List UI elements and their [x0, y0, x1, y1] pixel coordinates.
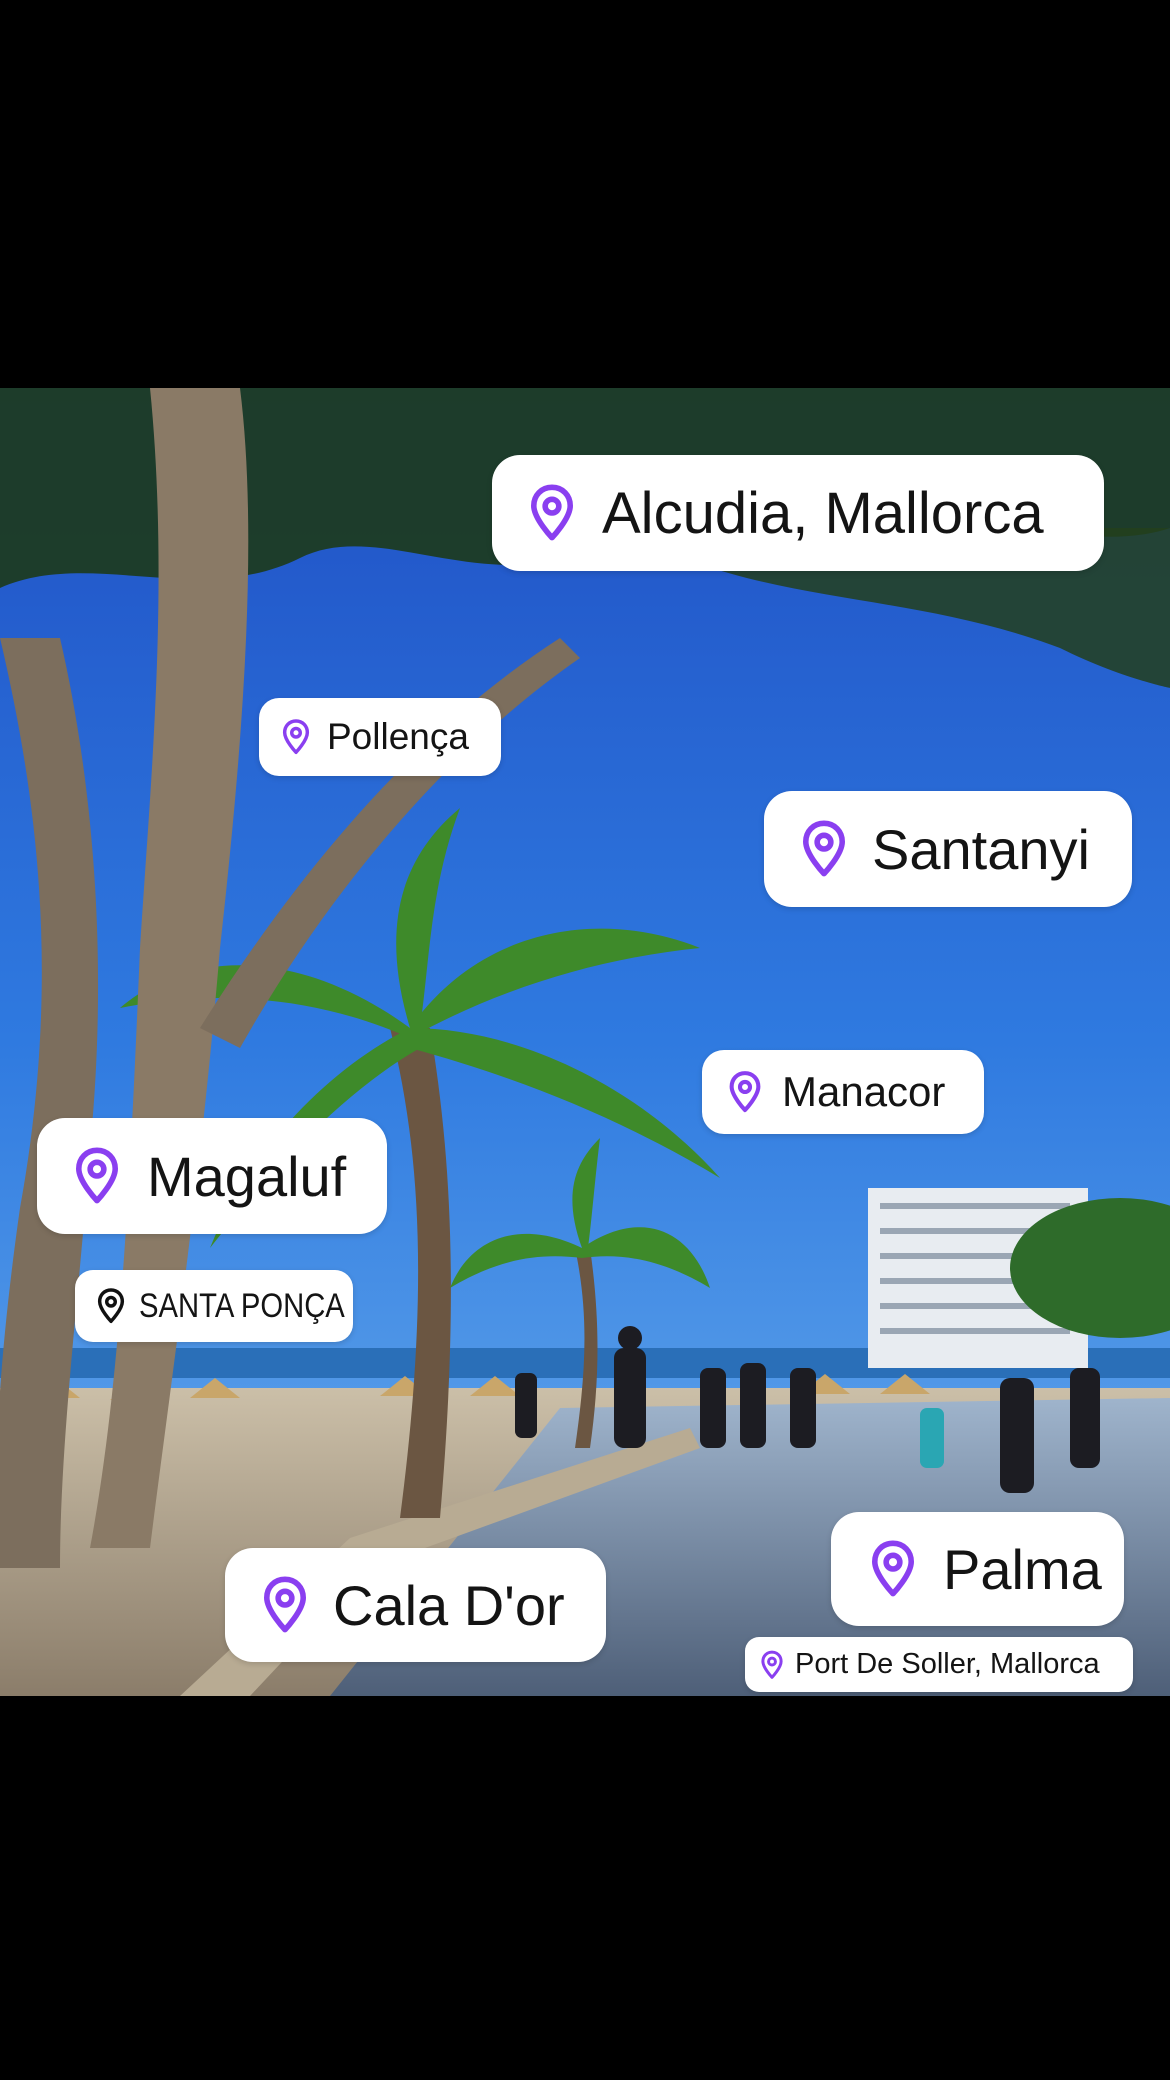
location-tag-pollenca[interactable]: Pollença	[259, 698, 501, 776]
location-tag-port-de-soller[interactable]: Port De Soller, Mallorca	[745, 1637, 1133, 1692]
map-pin-icon	[798, 819, 850, 879]
location-tag-palma[interactable]: Palma	[831, 1512, 1124, 1626]
map-pin-icon	[71, 1146, 123, 1206]
location-tag-alcudia[interactable]: Alcudia, Mallorca	[492, 455, 1104, 571]
location-tag-magaluf[interactable]: Magaluf	[37, 1118, 387, 1234]
location-label: Cala D'or	[333, 1573, 565, 1637]
location-label: Alcudia, Mallorca	[602, 480, 1044, 546]
location-label: Manacor	[782, 1068, 946, 1115]
location-label: Magaluf	[147, 1144, 347, 1208]
location-tag-santanyi[interactable]: Santanyi	[764, 791, 1132, 907]
map-pin-icon	[279, 718, 313, 756]
map-pin-icon	[867, 1539, 919, 1599]
location-label: Santanyi	[872, 817, 1090, 881]
map-pin-outline-icon	[95, 1287, 127, 1325]
location-tag-santa-ponca[interactable]: SANTA PONÇA	[75, 1270, 353, 1342]
map-pin-icon	[759, 1650, 785, 1680]
location-label: Port De Soller, Mallorca	[795, 1648, 1100, 1680]
location-tag-manacor[interactable]: Manacor	[702, 1050, 984, 1134]
map-pin-icon	[726, 1070, 764, 1114]
location-label: SANTA PONÇA	[139, 1286, 345, 1325]
location-tag-cala-dor[interactable]: Cala D'or	[225, 1548, 606, 1662]
location-label: Pollença	[327, 716, 469, 757]
beach-promenade-photo	[0, 388, 1170, 1696]
location-label: Palma	[943, 1537, 1102, 1601]
map-pin-icon	[259, 1575, 311, 1635]
map-pin-icon	[526, 483, 578, 543]
